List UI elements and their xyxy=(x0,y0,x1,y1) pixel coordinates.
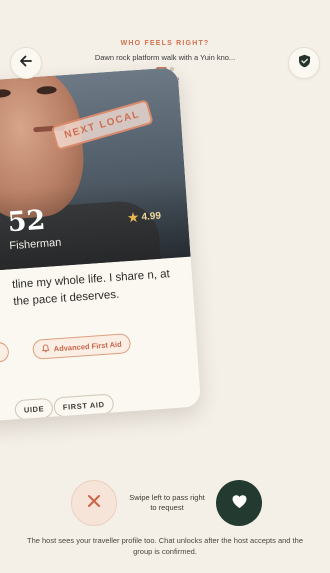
tag-chip: Advanced First Aid xyxy=(32,333,132,360)
profile-photo: NEXT LOCAL 52 Fisherman ★ 4.99 xyxy=(0,67,191,275)
screen-eyebrow: WHO FEELS RIGHT? xyxy=(120,40,210,47)
host-bio: tline my whole life. I share n, at the p… xyxy=(11,268,171,309)
request-button[interactable] xyxy=(216,480,262,526)
pass-button[interactable] xyxy=(71,480,117,526)
photo-eye xyxy=(36,85,57,95)
profile-card[interactable]: NEXT LOCAL 52 Fisherman ★ 4.99 tline my … xyxy=(0,67,202,424)
back-button[interactable] xyxy=(10,47,42,79)
role-chip: UIDE xyxy=(14,397,54,421)
star-icon: ★ xyxy=(127,210,140,225)
swipe-hint: Swipe left to pass right to request xyxy=(129,493,205,512)
host-rating: ★ 4.99 xyxy=(127,209,161,225)
safety-button[interactable] xyxy=(288,47,320,79)
close-icon xyxy=(87,494,101,513)
heart-icon xyxy=(231,493,248,514)
shield-check-icon xyxy=(298,54,311,73)
tag-chip-partial xyxy=(0,341,10,364)
rating-value: 4.99 xyxy=(141,210,162,223)
host-age: 52 xyxy=(6,204,47,239)
arrow-left-icon xyxy=(19,54,33,73)
tag-label: Advanced First Aid xyxy=(53,339,122,353)
bell-icon xyxy=(41,343,50,355)
screen: WHO FEELS RIGHT? Dawn rock platform walk… xyxy=(0,0,330,573)
experience-title: Dawn rock platform walk with a Yuin kno.… xyxy=(94,53,236,62)
role-chip: FIRST AID xyxy=(53,393,115,418)
footer-note: The host sees your traveller profile too… xyxy=(27,536,303,556)
photo-eye xyxy=(0,88,12,99)
